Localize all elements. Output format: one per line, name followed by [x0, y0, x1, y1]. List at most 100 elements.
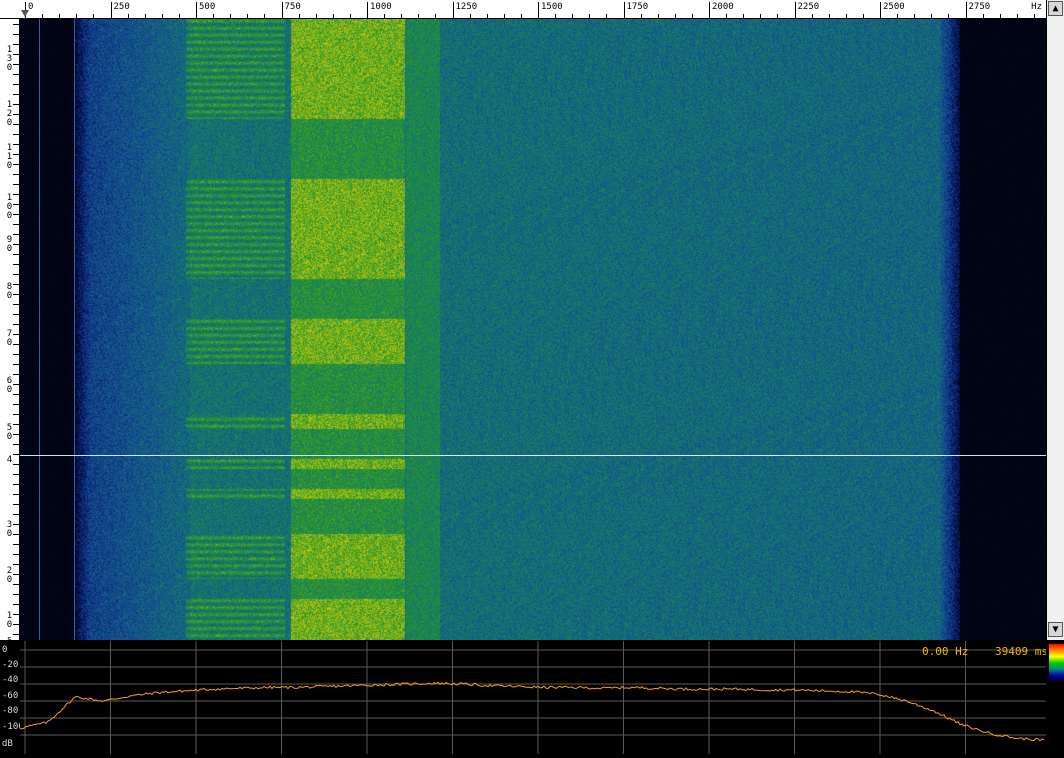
frequency-minor-tick: [828, 14, 830, 18]
time-cursor-line[interactable]: [20, 455, 1046, 456]
cursor-frequency-readout: 0.00 Hz: [922, 645, 969, 658]
scroll-up-button[interactable]: ▲: [1048, 1, 1063, 16]
time-minor-tick: [13, 64, 19, 65]
time-minor-tick: [13, 104, 19, 105]
frequency-minor-tick: [503, 14, 505, 18]
frequency-minor-tick: [999, 14, 1001, 18]
frequency-major-tick: [794, 2, 796, 18]
time-tick-label: 5 0: [6, 423, 13, 442]
db-tick-label: dB: [2, 739, 13, 749]
db-tick-label: -20: [2, 660, 19, 670]
frequency-major-tick: [709, 2, 710, 18]
time-minor-tick: [13, 414, 19, 415]
time-minor-tick: [13, 304, 19, 305]
triangle-down-icon: ▼: [1052, 624, 1059, 635]
cursor-time-readout: 39409 ms: [995, 645, 1048, 658]
time-minor-tick: [13, 344, 19, 345]
time-minor-tick: [13, 204, 19, 205]
frequency-minor-tick: [931, 14, 933, 18]
frequency-tick-label: 1500: [541, 2, 563, 12]
frequency-tick-label: 2750: [968, 2, 991, 12]
frequency-minor-tick: [264, 14, 266, 18]
time-minor-tick: [13, 154, 19, 155]
frequency-minor-tick: [982, 14, 984, 18]
time-minor-tick: [13, 334, 19, 335]
time-minor-tick: [13, 614, 19, 615]
triangle-up-icon: ▲: [1052, 3, 1059, 14]
frequency-minor-tick: [760, 14, 762, 18]
time-minor-tick: [13, 24, 19, 25]
db-tick-label: -80: [2, 706, 19, 716]
frequency-minor-tick: [845, 14, 847, 18]
frequency-minor-tick: [691, 14, 693, 18]
time-minor-tick: [13, 284, 19, 285]
time-minor-tick: [13, 144, 19, 145]
time-tick-label: 1 1 0: [6, 143, 13, 171]
frequency-ruler: 0 250 500 750 1000 1250 1500 1750 2000 2250 2500 27…: [0, 0, 1046, 19]
frequency-minor-tick: [127, 14, 129, 18]
spectrum-plot[interactable]: [19, 641, 1046, 754]
db-ruler: 0 -20 -40 -60 -80 -100 dB: [0, 641, 24, 754]
time-minor-tick: [13, 84, 19, 85]
frequency-major-tick: [538, 2, 539, 18]
frequency-major-tick: [110, 2, 112, 18]
time-minor-tick: [13, 124, 19, 125]
lower-band-marker: [39, 19, 40, 640]
frequency-minor-tick: [555, 14, 557, 18]
time-minor-tick: [13, 354, 19, 355]
time-tick-label: 8 0: [6, 282, 13, 301]
frequency-minor-tick: [674, 14, 676, 18]
frequency-tick-label: 2250: [797, 2, 820, 12]
frequency-minor-tick: [640, 14, 642, 18]
time-minor-tick: [13, 224, 19, 225]
frequency-tick-label: 1750: [626, 2, 649, 12]
time-tick-label: s: [6, 635, 13, 641]
frequency-major-tick: [367, 2, 368, 18]
frequency-minor-tick: [384, 14, 386, 18]
frequency-minor-tick: [572, 14, 574, 18]
frequency-tick-label: 2000: [712, 2, 734, 12]
time-minor-tick: [13, 74, 19, 75]
frequency-minor-tick: [247, 14, 249, 18]
frequency-minor-tick: [230, 14, 232, 18]
frequency-minor-tick: [178, 14, 180, 18]
colormap-gradient: [1049, 644, 1064, 682]
time-minor-tick: [13, 214, 19, 215]
frequency-tick-label: 2500: [883, 2, 905, 12]
time-minor-tick: [13, 534, 19, 535]
colormap-legend: [1046, 641, 1064, 754]
frequency-minor-tick: [213, 14, 215, 18]
frequency-major-tick: [880, 2, 881, 18]
time-minor-tick: [13, 164, 19, 165]
frequency-minor-tick: [1033, 14, 1035, 18]
time-minor-tick: [13, 494, 19, 495]
time-minor-tick: [13, 504, 19, 505]
time-minor-tick: [13, 184, 19, 185]
time-minor-tick: [13, 594, 19, 595]
time-minor-tick: [13, 564, 19, 565]
frequency-minor-tick: [606, 14, 608, 18]
time-minor-tick: [13, 134, 19, 135]
time-minor-tick: [13, 364, 19, 365]
spectrogram-waterfall[interactable]: [20, 19, 1046, 640]
time-minor-tick: [13, 514, 19, 515]
time-tick-label: 2 0: [6, 566, 13, 585]
time-minor-tick: [13, 384, 19, 385]
time-tick-label: 6 0: [6, 376, 13, 395]
time-tick-label: 7 0: [6, 329, 13, 348]
time-minor-tick: [13, 404, 19, 405]
frequency-minor-tick: [349, 14, 351, 18]
vertical-scrollbar[interactable]: ▲ ▼: [1046, 0, 1064, 640]
frequency-minor-tick: [469, 14, 471, 18]
frequency-minor-tick: [435, 14, 437, 18]
frequency-minor-tick: [93, 14, 95, 18]
scroll-down-button[interactable]: ▼: [1048, 622, 1063, 637]
frequency-minor-tick: [743, 14, 745, 18]
frequency-minor-tick: [520, 14, 522, 18]
spectrogram-canvas[interactable]: [20, 19, 1046, 640]
frequency-minor-tick: [486, 14, 488, 18]
frequency-minor-tick: [332, 14, 334, 18]
frequency-minor-tick: [811, 14, 813, 18]
frequency-minor-tick: [948, 14, 950, 18]
frequency-minor-tick: [161, 14, 163, 18]
